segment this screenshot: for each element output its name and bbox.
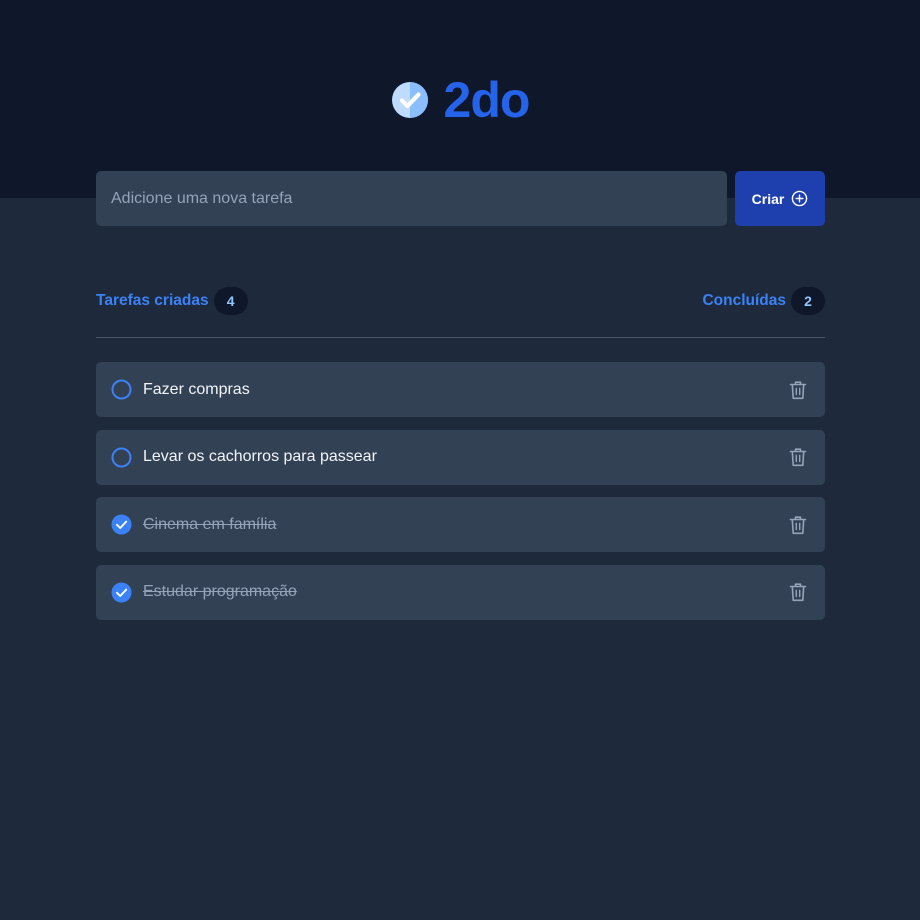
created-label: Tarefas criadas — [96, 292, 209, 309]
task-text: Estudar programação — [143, 583, 297, 600]
unchecked-circle-icon[interactable] — [111, 447, 132, 468]
done-label: Concluídas — [702, 292, 786, 309]
created-counter: Tarefas criadas 4 — [96, 287, 248, 315]
task-item: Fazer compras — [96, 362, 825, 417]
divider — [96, 337, 825, 338]
task-item: Cinema em família — [96, 497, 825, 552]
task-text: Levar os cachorros para passear — [143, 448, 377, 465]
done-counter: Concluídas 2 — [702, 287, 825, 315]
create-task-button[interactable]: Criar — [735, 171, 825, 226]
app-title: 2do — [443, 72, 531, 128]
checked-circle-icon[interactable] — [111, 514, 132, 535]
trash-icon[interactable] — [789, 447, 807, 467]
logo-check-icon — [391, 82, 428, 118]
task-text: Fazer compras — [143, 380, 250, 398]
created-count-badge: 4 — [213, 287, 248, 315]
task-item: Levar os cachorros para passear — [96, 429, 825, 485]
trash-icon[interactable] — [789, 582, 807, 602]
trash-icon[interactable] — [789, 515, 807, 535]
new-task-input[interactable] — [96, 171, 727, 226]
unchecked-circle-icon[interactable] — [111, 379, 132, 400]
done-count-badge: 2 — [791, 287, 825, 315]
task-counters: Tarefas criadas 4 Concluídas 2 — [96, 287, 825, 315]
app-logo: 2do — [0, 70, 920, 130]
trash-icon[interactable] — [789, 380, 807, 400]
task-item: Estudar programação — [96, 564, 825, 620]
plus-circle-icon — [792, 190, 808, 207]
new-task-form: Criar — [96, 171, 825, 226]
create-button-label: Criar — [751, 190, 785, 207]
task-text: Cinema em família — [143, 515, 277, 533]
task-list: Fazer compras Levar os cachorros para pa… — [96, 362, 825, 632]
checked-circle-icon[interactable] — [111, 582, 132, 603]
